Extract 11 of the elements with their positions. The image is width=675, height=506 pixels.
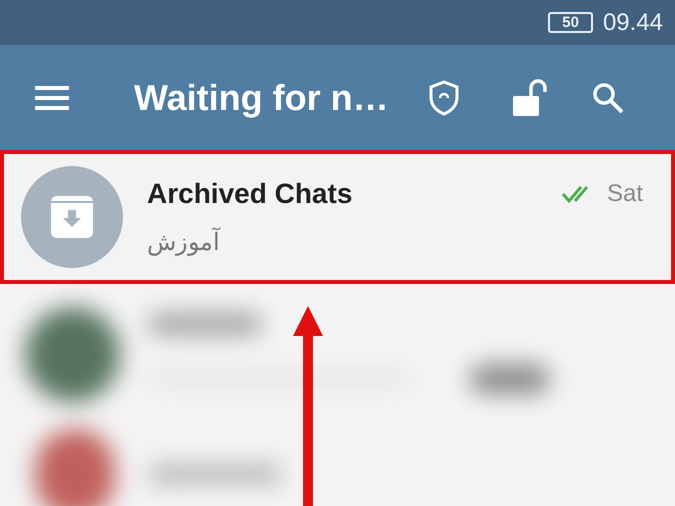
- battery-level: 50: [548, 12, 593, 33]
- chat-time: Sat: [606, 179, 643, 209]
- clock-time: 09.44: [602, 8, 663, 38]
- toolbar-title: Waiting for n…: [134, 76, 384, 120]
- chat-title: Archived Chats: [147, 177, 354, 211]
- chat-preview: آموزش: [147, 226, 220, 258]
- archive-box-icon: [51, 196, 93, 238]
- shield-icon: [429, 80, 459, 116]
- search-icon: [592, 82, 624, 114]
- unlocked-padlock-icon: [511, 78, 549, 116]
- menu-icon: [35, 86, 69, 110]
